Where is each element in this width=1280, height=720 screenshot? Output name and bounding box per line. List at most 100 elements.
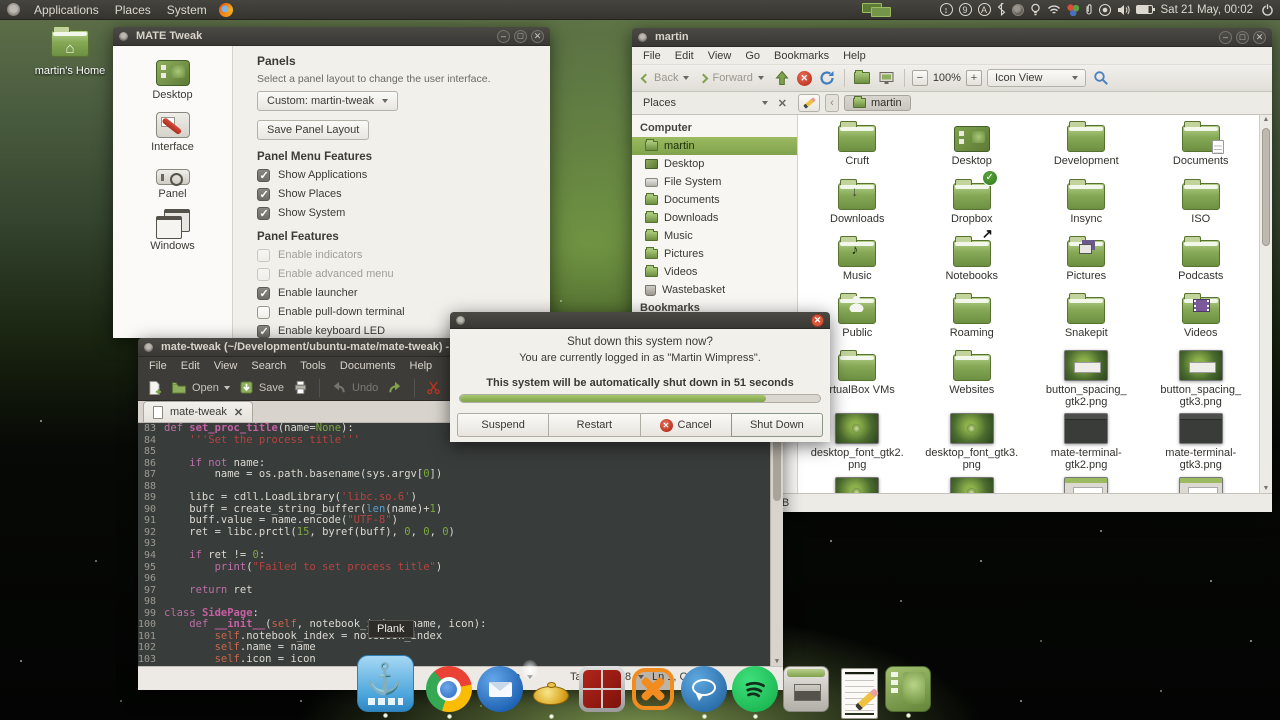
file-item-notebooks[interactable]: ↗ Notebooks [915,226,1030,293]
sidebar-mode-combo[interactable]: Places ✕ [637,95,793,112]
file-item-documents[interactable]: Documents [1144,121,1259,179]
window-menu-icon[interactable] [119,31,128,41]
cancel-button[interactable]: ✕ Cancel [639,413,732,437]
dock-item-spotify[interactable] [731,666,778,719]
zoom-out-button[interactable]: − [911,70,928,86]
computer-button[interactable] [877,68,897,88]
location-tracker-icon[interactable] [1098,3,1111,16]
dialog-titlebar[interactable]: ✕ [450,312,830,329]
caja-titlebar[interactable]: martin – □ ✕ [632,28,1272,47]
caja-sidebar-item-music[interactable]: Music [632,227,797,245]
caja-sidebar-item-martin[interactable]: martin [632,137,797,155]
shut-down-button[interactable]: Shut Down [730,413,823,437]
keyboard-indicator-a-icon[interactable]: A [977,3,991,16]
file-item-partial[interactable] [800,477,915,493]
edit-location-button[interactable] [798,94,820,112]
pluma-menu-tools[interactable]: Tools [293,360,333,372]
checkbox-show-applications[interactable]: Show Applications [257,168,540,182]
attachment-icon[interactable] [1085,3,1093,16]
mate-tweak-titlebar[interactable]: MATE Tweak – □ ✕ [113,27,550,46]
code-editor[interactable]: 83 def set_proc_title(name=None): 84 '''Se… [138,423,783,666]
window-menu-icon[interactable] [456,315,465,325]
volume-icon[interactable] [1117,4,1130,16]
caja-sidebar-item-pictures[interactable]: Pictures [632,245,797,263]
tweak-sidebar-item-desktop[interactable]: Desktop [113,60,232,101]
pluma-scrollbar[interactable]: ▲ ▼ [770,423,783,666]
dock-item-caja-files[interactable] [884,666,931,718]
redo-button[interactable] [387,380,403,395]
menu-places[interactable]: Places [107,0,159,20]
print-button[interactable] [293,380,308,395]
file-item-iso[interactable]: ISO [1144,179,1259,236]
back-button[interactable]: Back [639,70,692,86]
caja-sidebar-item-file-system[interactable]: File System [632,173,797,191]
scroll-down-icon[interactable]: ▼ [1260,485,1272,492]
file-item-mate-terminal-gtk3-png[interactable]: mate-terminal- gtk3.png [1144,413,1259,477]
restart-button[interactable]: Restart [548,413,641,437]
file-item-partial[interactable] [915,477,1030,493]
scroll-up-icon[interactable]: ▲ [1260,116,1272,123]
reload-button[interactable] [817,68,837,88]
scrollbar-thumb[interactable] [1262,128,1270,246]
cut-button[interactable] [426,380,441,395]
file-item-mate-terminal-gtk2-png[interactable]: mate-terminal- gtk2.png [1029,413,1144,477]
file-item-cruft[interactable]: Cruft [800,121,915,179]
syncthing-icon[interactable] [1066,3,1079,16]
file-item-dropbox[interactable]: ✓ Dropbox [915,170,1030,236]
close-button[interactable]: ✕ [811,313,824,327]
zoom-in-button[interactable]: + [965,70,982,86]
close-button[interactable]: ✕ [1253,30,1266,44]
minimize-button[interactable]: – [1219,30,1232,44]
file-item-music[interactable]: ♪ Music [800,236,915,293]
pluma-menu-search[interactable]: Search [244,360,293,372]
pluma-menu-view[interactable]: View [207,360,245,372]
pluma-menu-help[interactable]: Help [403,360,440,372]
orbit-status-icon[interactable] [1011,3,1024,16]
up-button[interactable] [772,68,792,88]
open-button[interactable]: Open [171,380,230,395]
file-item-snakepit[interactable]: Snakepit [1029,293,1144,350]
new-document-button[interactable] [147,380,162,396]
scrollbar-thumb[interactable] [773,435,781,501]
forward-button[interactable]: Forward [697,70,766,86]
caja-scrollbar[interactable]: ▲ ▼ [1259,115,1272,493]
file-item-partial[interactable] [1144,477,1259,493]
file-item-partial[interactable] [1029,477,1144,493]
keyboard-indicator-9-icon[interactable]: 9 [958,3,972,16]
window-menu-icon[interactable] [638,32,647,42]
dock-item-chrome[interactable] [425,666,472,719]
tweak-sidebar-item-panel[interactable]: Panel [113,164,232,200]
file-item-desktop-font-gtk3-png[interactable]: desktop_font_gtk3. png [915,413,1030,477]
file-item-development[interactable]: Development [1029,121,1144,179]
file-item-button-spacing-gtk3-png[interactable]: button_spacing_ gtk3.png [1144,350,1259,413]
caja-menu-bookmarks[interactable]: Bookmarks [767,50,836,62]
maximize-button[interactable]: □ [514,29,527,43]
brightness-icon[interactable] [1030,3,1041,16]
caja-sidebar-item-downloads[interactable]: Downloads [632,209,797,227]
suspend-button[interactable]: Suspend [457,413,550,437]
dock-item-hexchat[interactable] [680,666,727,719]
window-list-icon[interactable] [862,3,896,17]
caja-menu-view[interactable]: View [701,50,739,62]
file-item-insync[interactable]: Insync [1029,179,1144,236]
save-button[interactable]: Save [239,380,284,395]
save-panel-layout-button[interactable]: Save Panel Layout [257,120,370,140]
home-button[interactable] [852,68,872,88]
window-menu-icon[interactable] [144,342,153,352]
dock-item-thunderbird[interactable] [476,666,523,712]
wifi-icon[interactable] [1047,4,1061,15]
file-item-videos[interactable]: Videos [1144,293,1259,350]
caja-menu-file[interactable]: File [636,50,668,62]
caja-menu-edit[interactable]: Edit [668,50,701,62]
close-button[interactable]: ✕ [531,29,544,43]
checkbox-show-places[interactable]: Show Places [257,187,540,201]
pluma-menu-documents[interactable]: Documents [333,360,403,372]
tab-mate-tweak[interactable]: mate-tweak ✕ [143,401,254,422]
file-item-podcasts[interactable]: Podcasts [1144,236,1259,293]
file-item-desktop[interactable]: Desktop [915,121,1030,179]
close-tab-icon[interactable]: ✕ [234,406,243,419]
panel-layout-combo[interactable]: Custom: martin-tweak [257,91,398,111]
checkbox-enable-launcher[interactable]: Enable launcher [257,286,540,300]
tweak-sidebar-item-windows[interactable]: Windows [113,209,232,252]
dock-item-text-editor-app[interactable] [834,666,880,719]
